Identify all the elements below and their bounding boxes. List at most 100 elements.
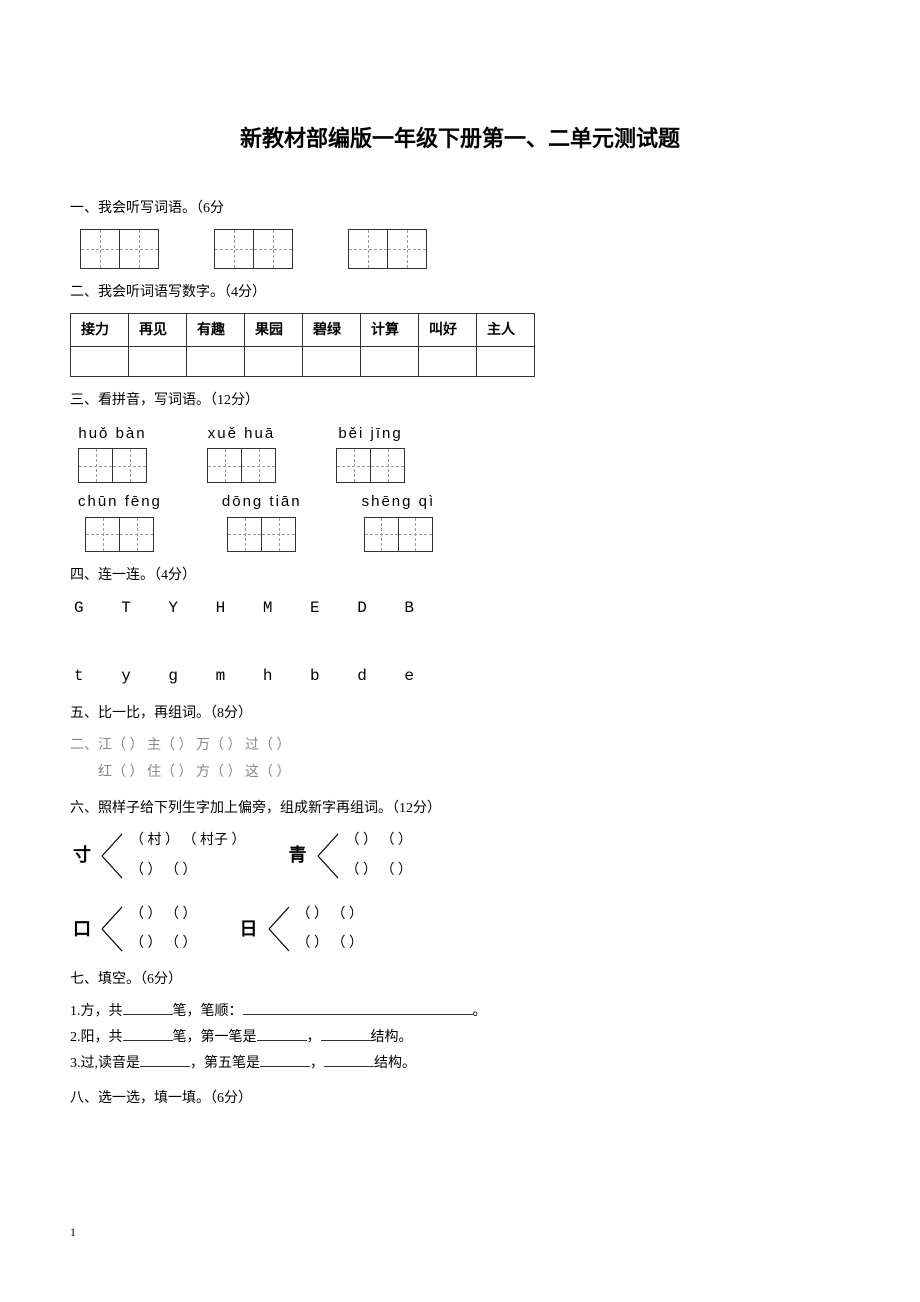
radical-main: 寸 （ 村 ） （ 村子 ） （ ） （ ） 青 （ ） （ ） （ ） （ ）… — [70, 829, 850, 956]
radical-line: （ 村 ） （ 村子 ） — [130, 829, 246, 853]
tian-cell — [253, 229, 293, 269]
bracket-icon — [100, 832, 124, 880]
tian-group — [214, 229, 293, 269]
line-label: 二、 — [70, 738, 98, 753]
page-number: 1 — [70, 1222, 76, 1242]
compare-row-2: 二、红（ ） 住（ ） 方（ ） 这（ ） — [70, 761, 850, 785]
radical-line: （ ） （ ） — [130, 903, 197, 927]
compare-row-1: 二、江（ ） 主（ ） 万（ ） 过（ ） — [70, 734, 850, 758]
tian-row-1 — [80, 229, 850, 269]
section-7-heading: 七、填空。（6分） — [70, 968, 850, 992]
blank — [140, 1053, 190, 1067]
tian-cell — [85, 517, 120, 552]
radical-options: （ ） （ ） （ ） （ ） — [297, 903, 364, 957]
radical-line: （ ） （ ） — [297, 903, 364, 927]
bracket-icon — [267, 905, 291, 953]
pinyin-block: běi jīng — [336, 421, 405, 484]
section-3-heading: 三、看拼音，写词语。（12分） — [70, 389, 850, 413]
radical-char: 寸 — [70, 840, 94, 871]
pinyin-text: xuě huā — [207, 421, 276, 447]
table-cell-empty — [245, 346, 303, 376]
text: ， — [307, 1030, 321, 1045]
radical-options: （ ） （ ） （ ） （ ） — [130, 903, 197, 957]
text: 1.方，共 — [70, 1004, 123, 1019]
text: 笔，笔顺： — [173, 1004, 243, 1019]
radical-block: 青 （ ） （ ） （ ） （ ） — [286, 829, 413, 883]
pinyin-block: chūn fēng — [78, 489, 162, 552]
pinyin-text: huǒ bàn — [78, 421, 147, 447]
tian-cell — [119, 229, 159, 269]
blank — [243, 1001, 473, 1015]
pinyin-text: chūn fēng — [78, 489, 162, 515]
table-cell-empty — [477, 346, 535, 376]
tian-cell — [227, 517, 262, 552]
radical-line: （ ） （ ） — [130, 932, 197, 956]
pinyin-block: huǒ bàn — [78, 421, 147, 484]
radical-block: 日 （ ） （ ） （ ） （ ） — [237, 903, 364, 957]
word-table: 接力 再见 有趣 果园 碧绿 计算 叫好 主人 — [70, 313, 535, 377]
tian-cell — [387, 229, 427, 269]
uppercase-letters: G T Y H M E D B — [74, 595, 850, 622]
table-cell: 果园 — [245, 313, 303, 346]
fill-line-2: 2.阳，共笔，第一笔是，结构。 — [70, 1026, 850, 1050]
section-1-heading: 一、我会听写词语。（6分 — [70, 197, 850, 221]
tian-cell — [207, 448, 242, 483]
tian-cell — [241, 448, 276, 483]
radical-char: 青 — [286, 840, 310, 871]
pinyin-block: shēng qì — [362, 489, 436, 552]
pinyin-text: shēng qì — [362, 489, 436, 515]
tian-group — [80, 229, 159, 269]
blank — [260, 1053, 310, 1067]
table-cell-empty — [187, 346, 245, 376]
table-cell-empty — [71, 346, 129, 376]
table-cell: 碧绿 — [303, 313, 361, 346]
section-8-heading: 八、选一选，填一填。（6分） — [70, 1087, 850, 1111]
fill-line-1: 1.方，共 笔，笔顺： 。 — [70, 1000, 850, 1024]
bracket-icon — [316, 832, 340, 880]
table-cell-empty — [303, 346, 361, 376]
table-cell: 有趣 — [187, 313, 245, 346]
blank — [324, 1053, 374, 1067]
document-title: 新教材部编版一年级下册第一、二单元测试题 — [70, 120, 850, 157]
tian-cell — [214, 229, 254, 269]
table-cell-empty — [361, 346, 419, 376]
blank — [123, 1027, 173, 1041]
pinyin-text: běi jīng — [336, 421, 405, 447]
radical-line: （ ） （ ） — [346, 829, 413, 853]
blank — [123, 1001, 173, 1015]
tian-cell — [78, 448, 113, 483]
pinyin-block: dōng tiān — [222, 489, 302, 552]
radical-char: 日 — [237, 914, 261, 945]
text: 笔，第一笔是 — [173, 1030, 257, 1045]
pinyin-row-2: chūn fēng dōng tiān shēng qì — [78, 489, 850, 552]
radical-options: （ ） （ ） （ ） （ ） — [346, 829, 413, 883]
text: ， — [310, 1056, 324, 1071]
pinyin-block: xuě huā — [207, 421, 276, 484]
compare-text: 红（ ） 住（ ） 方（ ） 这（ ） — [98, 765, 291, 780]
radical-line: （ ） （ ） — [130, 859, 246, 883]
tian-cell — [348, 229, 388, 269]
blank — [321, 1027, 371, 1041]
text: 。 — [473, 1004, 487, 1019]
pinyin-row-1: huǒ bàn xuě huā běi jīng — [78, 421, 850, 484]
table-cell: 主人 — [477, 313, 535, 346]
table-cell-empty — [129, 346, 187, 376]
tian-cell — [80, 229, 120, 269]
text: 结构。 — [374, 1056, 416, 1071]
tian-cell — [112, 448, 147, 483]
radical-block: 寸 （ 村 ） （ 村子 ） （ ） （ ） — [70, 829, 246, 883]
text: 3.过,读音是 — [70, 1056, 140, 1071]
table-cell: 计算 — [361, 313, 419, 346]
section-6-heading: 六、照样子给下列生字加上偏旁，组成新字再组词。（12分） — [70, 797, 850, 821]
text: 结构。 — [371, 1030, 413, 1045]
bracket-icon — [100, 905, 124, 953]
pinyin-text: dōng tiān — [222, 489, 302, 515]
radical-line: （ ） （ ） — [346, 859, 413, 883]
radical-row: 寸 （ 村 ） （ 村子 ） （ ） （ ） 青 （ ） （ ） （ ） （ ） — [70, 829, 850, 883]
text: ，第五笔是 — [190, 1056, 260, 1071]
tian-cell — [370, 448, 405, 483]
table-cell-empty — [419, 346, 477, 376]
table-cell: 叫好 — [419, 313, 477, 346]
tian-cell — [398, 517, 433, 552]
radical-block: 口 （ ） （ ） （ ） （ ） — [70, 903, 197, 957]
